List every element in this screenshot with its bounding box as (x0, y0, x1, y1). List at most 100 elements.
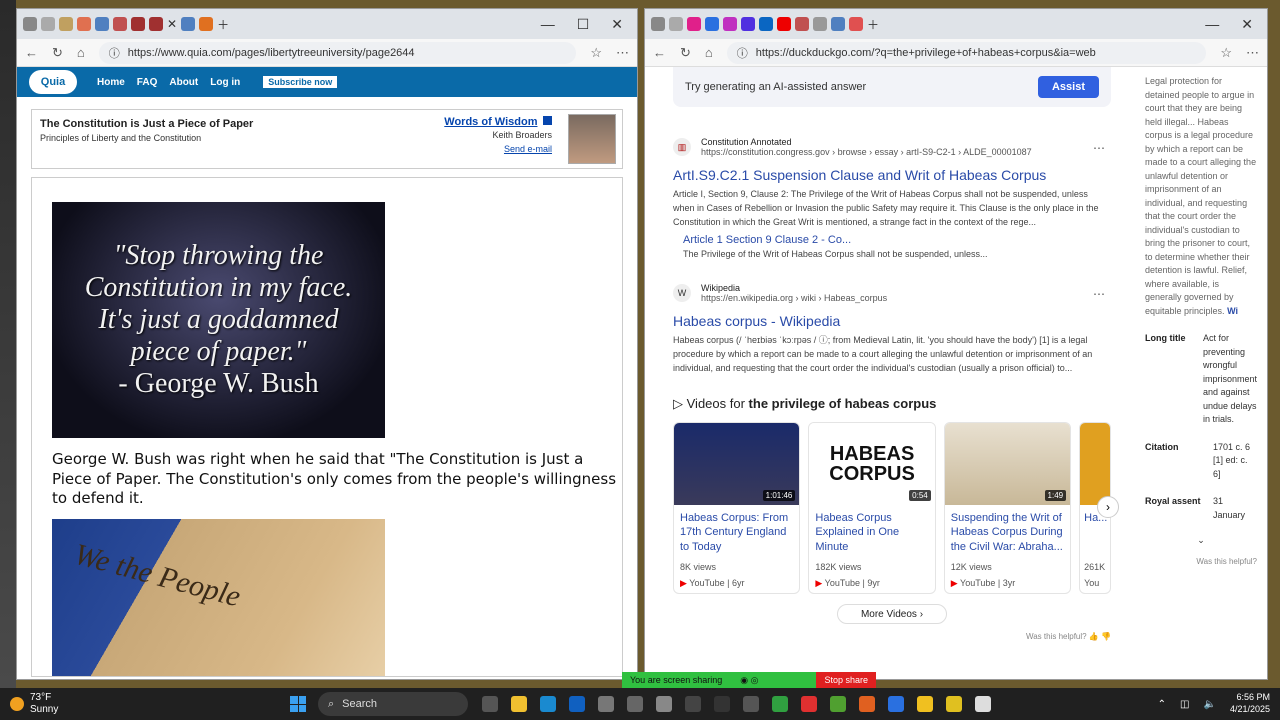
quia-logo[interactable]: Quia (29, 70, 77, 94)
windows-start-icon[interactable] (290, 696, 306, 712)
favorite-star-icon[interactable]: ☆ (1220, 45, 1232, 61)
tab-favicon-icon[interactable] (95, 17, 109, 31)
weather-widget[interactable]: 73°F Sunny (0, 692, 100, 716)
app-icon[interactable] (946, 696, 962, 712)
nav-login[interactable]: Log in (210, 77, 240, 88)
subscribe-button[interactable]: Subscribe now (262, 75, 339, 89)
app-icon[interactable] (772, 696, 788, 712)
words-of-wisdom-link[interactable]: Words of Wisdom (444, 116, 537, 128)
tab-favicon-icon[interactable] (113, 17, 127, 31)
tab-favicon-icon[interactable] (199, 17, 214, 31)
app-icon[interactable] (714, 696, 730, 712)
app-icon[interactable] (743, 696, 759, 712)
zoom-icon[interactable] (888, 696, 904, 712)
profile-icon[interactable] (23, 17, 37, 31)
thumbs-down-icon[interactable]: 👎 (1101, 632, 1111, 641)
app-icon[interactable] (830, 696, 846, 712)
close-tab-icon[interactable]: ✕ (167, 17, 177, 31)
result-title[interactable]: Habeas corpus - Wikipedia (673, 313, 1111, 329)
stop-share-button[interactable]: Stop share (816, 672, 876, 688)
home-icon[interactable]: ⌂ (77, 45, 85, 60)
video-title[interactable]: Suspending the Writ of Habeas Corpus Dur… (945, 505, 1070, 553)
tab-favicon-icon[interactable] (849, 17, 863, 31)
tab-favicon-icon[interactable] (759, 17, 773, 31)
tab-favicon-icon[interactable] (813, 17, 827, 31)
tab-favicon-icon[interactable] (59, 17, 73, 31)
favorite-star-icon[interactable]: ☆ (590, 45, 602, 61)
menu-icon[interactable]: ⋯ (616, 45, 629, 61)
kp-expand-icon[interactable]: ⌄ (1145, 534, 1257, 548)
sub-result-title[interactable]: Article 1 Section 9 Clause 2 - Co... (683, 234, 1111, 246)
url-field[interactable]: ⓘ https://duckduckgo.com/?q=the+privileg… (726, 41, 1207, 64)
result-menu-icon[interactable]: ⋯ (1093, 141, 1105, 155)
tray-chevron-icon[interactable]: ⌃ (1158, 699, 1166, 710)
task-view-icon[interactable] (482, 696, 498, 712)
url-field[interactable]: ⓘ https://www.quia.com/pages/libertytree… (98, 41, 577, 64)
minimize-icon[interactable]: — (1205, 16, 1219, 33)
site-info-icon[interactable]: ⓘ (737, 45, 748, 61)
clock[interactable]: 6:56 PM 4/21/2025 (1230, 692, 1270, 715)
video-thumbnail[interactable]: 1:49 (944, 423, 1071, 506)
maximize-icon[interactable]: ☐ (577, 16, 590, 33)
more-videos-button[interactable]: More Videos › (837, 604, 947, 625)
github-icon[interactable] (685, 696, 701, 712)
video-thumbnail[interactable] (1080, 423, 1110, 506)
workspaces-icon[interactable] (41, 17, 55, 31)
carousel-next-icon[interactable]: › (1097, 496, 1119, 519)
tab-favicon-icon[interactable] (705, 17, 719, 31)
taskbar-search[interactable]: ⌕ Search (318, 692, 468, 716)
outlook-icon[interactable] (569, 696, 585, 712)
video-thumbnail[interactable]: HABEAS CORPUS 0:54 (809, 423, 935, 506)
nav-faq[interactable]: FAQ (137, 77, 158, 88)
notepad-icon[interactable] (975, 696, 991, 712)
sticky-notes-icon[interactable] (917, 696, 933, 712)
video-card[interactable]: 1:49 Suspending the Writ of Habeas Corpu… (943, 422, 1072, 595)
video-title[interactable]: Habeas Corpus: From 17th Century England… (674, 505, 799, 553)
video-thumbnail[interactable]: 1:01:46 (674, 423, 800, 506)
source-url[interactable]: https://en.wikipedia.org › wiki › Habeas… (701, 293, 887, 303)
new-tab-icon[interactable]: ＋ (867, 16, 879, 33)
settings-icon[interactable] (656, 696, 672, 712)
minimize-icon[interactable]: — (541, 16, 555, 33)
send-email-link[interactable]: Send e-mail (444, 144, 552, 154)
new-tab-icon[interactable]: ＋ (217, 16, 229, 33)
tab-favicon-icon[interactable] (149, 17, 163, 31)
reload-icon[interactable]: ↻ (52, 45, 63, 61)
tab-favicon-icon[interactable] (181, 17, 196, 31)
tab-favicon-icon[interactable] (687, 17, 701, 31)
kp-wiki-link[interactable]: Wi (1227, 306, 1238, 316)
close-icon[interactable]: ✕ (1241, 16, 1253, 33)
tab-favicon-icon[interactable] (777, 17, 791, 31)
tab-favicon-icon[interactable] (795, 17, 809, 31)
result-title[interactable]: ArtI.S9.C2.1 Suspension Clause and Writ … (673, 167, 1111, 183)
home-icon[interactable]: ⌂ (705, 45, 713, 60)
network-icon[interactable]: ◫ (1180, 699, 1189, 710)
site-info-icon[interactable]: ⓘ (109, 45, 120, 61)
tab-favicon-icon[interactable] (723, 17, 737, 31)
video-card[interactable]: 1:01:46 Habeas Corpus: From 17th Century… (673, 422, 801, 595)
video-title[interactable]: Habeas Corpus Explained in One Minute (809, 505, 934, 553)
tab-favicon-icon[interactable] (131, 17, 145, 31)
source-url[interactable]: https://constitution.congress.gov › brow… (701, 147, 1032, 157)
back-icon[interactable]: ← (25, 45, 38, 60)
profile-icon[interactable] (651, 17, 665, 31)
thumbs-up-icon[interactable]: 👍 (1089, 632, 1099, 641)
back-icon[interactable]: ← (653, 45, 666, 60)
app-icon[interactable] (801, 696, 817, 712)
menu-icon[interactable]: ⋯ (1246, 45, 1259, 61)
nav-about[interactable]: About (169, 77, 198, 88)
reload-icon[interactable]: ↻ (680, 45, 691, 61)
volume-icon[interactable]: 🔈 (1204, 699, 1216, 710)
result-menu-icon[interactable]: ⋯ (1093, 287, 1105, 301)
workspaces-icon[interactable] (669, 17, 683, 31)
video-card[interactable]: HABEAS CORPUS 0:54 Habeas Corpus Explain… (808, 422, 936, 595)
close-icon[interactable]: ✕ (611, 16, 623, 33)
tab-favicon-icon[interactable] (741, 17, 755, 31)
tab-favicon-icon[interactable] (77, 17, 91, 31)
nav-home[interactable]: Home (97, 77, 125, 88)
edge-icon[interactable] (540, 696, 556, 712)
share-controls-icon[interactable]: ◉ ◎ (740, 675, 758, 686)
tab-favicon-icon[interactable] (831, 17, 845, 31)
brave-icon[interactable] (859, 696, 875, 712)
camera-icon[interactable] (598, 696, 614, 712)
